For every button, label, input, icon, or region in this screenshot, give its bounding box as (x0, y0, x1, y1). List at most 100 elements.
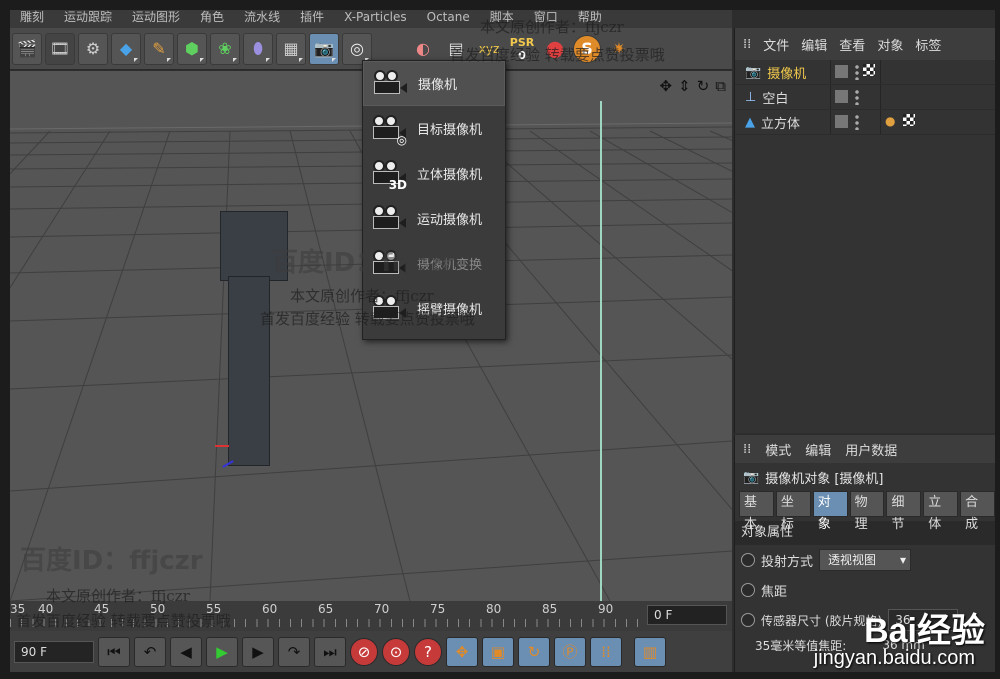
menu-item-sculpt[interactable]: 雕刻 (10, 10, 54, 28)
attribute-tabs: 基本 坐标 对象 物理 细节 立体 合成 (735, 491, 995, 532)
render-view-icon[interactable]: 🎞 (45, 32, 75, 65)
origin-axis-red (215, 445, 229, 447)
tick-label: 65 (318, 602, 334, 616)
anim-radio[interactable] (741, 553, 755, 567)
timeline[interactable]: 35 40 45 50 55 60 65 70 75 80 85 90 0 F (10, 601, 732, 631)
menu-item-octane[interactable]: Octane (417, 10, 480, 28)
point-level-icon[interactable]: ⁞⁞ (590, 636, 622, 667)
projection-row: 投射方式 透视视图 (735, 545, 995, 575)
camera-icon[interactable]: 📷 (309, 32, 339, 65)
camera-tag-icon[interactable] (863, 64, 875, 76)
rotate-key-icon[interactable]: ↻ (518, 636, 550, 667)
menu-item-camera-morph[interactable]: 摄像机变换 (363, 241, 505, 286)
menu-item-mograph[interactable]: 运动图形 (122, 10, 190, 28)
timeline-ruler[interactable]: 35 40 45 50 55 60 65 70 75 80 85 90 (10, 601, 640, 631)
visibility-dots-icon[interactable] (855, 114, 859, 130)
prev-frame-icon[interactable]: ◀ (170, 636, 202, 667)
menu-item-plugins[interactable]: 插件 (290, 10, 334, 28)
anim-radio[interactable] (741, 583, 755, 597)
tick-label: 60 (262, 602, 278, 616)
prev-key-icon[interactable]: ↶ (134, 636, 166, 667)
maximize-view-icon[interactable]: ⧉ (715, 77, 726, 95)
menu-item-camera[interactable]: 摄像机 (363, 61, 505, 106)
menu-item-motion-tracking[interactable]: 运动跟踪 (54, 10, 122, 28)
tab-stereo[interactable]: 立体 (923, 491, 959, 532)
goto-end-icon[interactable]: ⏭ (314, 636, 346, 667)
cube-icon[interactable]: ◆ (111, 32, 141, 65)
menu-item-label: 运动摄像机 (417, 213, 483, 228)
visibility-dots-icon[interactable] (855, 89, 859, 105)
transport-bar: 90 F ⏮ ↶ ◀ ▶ ▶ ↷ ⏭ ⊘ ⊙ ? ✥ ▣ ↻ Ⓟ ⁞⁞ ▥ (10, 631, 732, 672)
autokey-icon[interactable]: ⊙ (382, 637, 410, 666)
s-plugin-icon[interactable]: S (573, 34, 601, 63)
tab-details[interactable]: 细节 (886, 491, 922, 532)
am-menu-edit[interactable]: 编辑 (805, 440, 831, 459)
cube-object-top[interactable] (220, 211, 288, 281)
film-icon[interactable]: 🎬 (12, 32, 42, 65)
am-menu-mode[interactable]: 模式 (765, 440, 791, 459)
play-icon[interactable]: ▶ (206, 636, 238, 667)
menu-item-motion-camera[interactable]: 运动摄像机 (363, 196, 505, 241)
material-tag-icon[interactable] (903, 114, 915, 126)
menu-item-xparticles[interactable]: X-Particles (334, 10, 417, 28)
projection-select[interactable]: 透视视图 (819, 549, 912, 571)
menu-item-window[interactable]: 窗口 (524, 10, 568, 28)
zoom-view-icon[interactable]: ⇕ (678, 77, 691, 95)
om-menu-view[interactable]: 查看 (839, 35, 865, 54)
attribute-title: 📷 摄像机对象 [摄像机] (735, 463, 995, 491)
menu-item-label: 立体摄像机 (417, 168, 483, 183)
om-menu-tags[interactable]: 标签 (915, 35, 941, 54)
layer-check-icon[interactable] (835, 115, 848, 128)
menu-item-character[interactable]: 角色 (190, 10, 234, 28)
cube-object-body[interactable] (228, 276, 270, 466)
current-frame-field[interactable]: 0 F (647, 605, 727, 625)
object-row-camera[interactable]: 📷 摄像机 (735, 60, 995, 85)
om-menu-object[interactable]: 对象 (877, 35, 903, 54)
keyframe-selection-icon[interactable]: ? (414, 637, 442, 666)
scale-key-icon[interactable]: ▣ (482, 636, 514, 667)
goto-start-icon[interactable]: ⏮ (98, 636, 130, 667)
crane-camera-icon (369, 293, 407, 325)
move-key-icon[interactable]: ✥ (446, 636, 478, 667)
om-menu-file[interactable]: 文件 (763, 35, 789, 54)
next-frame-icon[interactable]: ▶ (242, 636, 274, 667)
object-row-null[interactable]: ⊥ 空白 (735, 85, 995, 110)
menu-item-script[interactable]: 脚本 (480, 10, 524, 28)
param-key-icon[interactable]: Ⓟ (554, 636, 586, 667)
am-menu-userdata[interactable]: 用户数据 (845, 440, 897, 459)
visibility-dots-icon[interactable] (855, 64, 859, 80)
menu-item-crane-camera[interactable]: 摇臂摄像机 (363, 286, 505, 331)
move-view-icon[interactable]: ✥ (660, 77, 673, 95)
pen-icon[interactable]: ✎ (144, 32, 174, 65)
dynamics-icon[interactable]: ⬤ (540, 32, 570, 65)
tab-object[interactable]: 对象 (812, 491, 848, 532)
layer-check-icon[interactable] (835, 90, 848, 103)
menu-item-pipeline[interactable]: 流水线 (234, 10, 290, 28)
baidu-url: jingyan.baidu.com (813, 647, 975, 669)
tab-basic[interactable]: 基本 (739, 491, 774, 532)
object-row-cube[interactable]: ▲ 立方体 ● (735, 110, 995, 135)
end-frame-field[interactable]: 90 F (14, 640, 94, 663)
record-icon[interactable]: ⊘ (350, 637, 378, 666)
tab-composition[interactable]: 合成 (960, 491, 995, 532)
menu-item-help[interactable]: 帮助 (568, 10, 612, 28)
floor-icon[interactable]: ▦ (276, 32, 306, 65)
menu-item-target-camera[interactable]: ◎ 目标摄像机 (363, 106, 505, 151)
psr-icon[interactable]: PSR 0 (507, 32, 537, 65)
timeline-window-icon[interactable]: ▥ (634, 636, 666, 667)
tab-coord[interactable]: 坐标 (775, 491, 811, 532)
render-settings-icon[interactable]: ⚙ (78, 32, 108, 65)
subdivision-icon[interactable]: ⬢ (177, 32, 207, 65)
next-key-icon[interactable]: ↷ (278, 636, 310, 667)
menu-item-stereo-camera[interactable]: 3D 立体摄像机 (363, 151, 505, 196)
rotate-view-icon[interactable]: ↻ (697, 77, 710, 95)
phong-tag-icon[interactable]: ● (885, 114, 899, 128)
layer-check-icon[interactable] (835, 65, 848, 78)
particles-icon[interactable]: ✷ (604, 32, 634, 65)
array-icon[interactable]: ❀ (210, 32, 240, 65)
deformer-icon[interactable]: ⬮ (243, 32, 273, 65)
anim-radio[interactable] (741, 613, 755, 627)
om-menu-edit[interactable]: 编辑 (801, 35, 827, 54)
viewport-hud: ✥ ⇕ ↻ ⧉ (660, 77, 726, 95)
tab-physical[interactable]: 物理 (849, 491, 885, 532)
